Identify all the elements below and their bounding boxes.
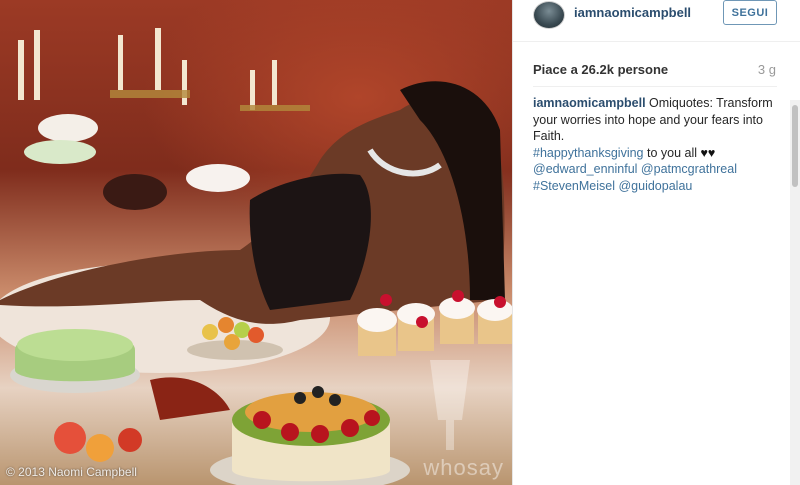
- caption-scrollbar[interactable]: [790, 100, 800, 485]
- post-side-panel: iamnaomicampbell SEGUI Piace a 26.2k per…: [512, 0, 800, 485]
- post-header: iamnaomicampbell SEGUI: [513, 0, 800, 42]
- mention-guidopalau[interactable]: @guidopalau: [618, 179, 692, 193]
- likes-count[interactable]: Piace a 26.2k persone: [533, 62, 777, 77]
- photo-copyright: © 2013 Naomi Campbell: [6, 465, 137, 479]
- post-caption: iamnaomicampbell Omiquotes: Transform yo…: [533, 95, 783, 194]
- whosay-watermark: whosay: [423, 455, 504, 480]
- post-photo[interactable]: © 2013 Naomi Campbell whosay: [0, 0, 512, 485]
- follow-button[interactable]: SEGUI: [723, 0, 777, 25]
- mention-patmcgrathreal[interactable]: @patmcgrathreal: [641, 162, 737, 176]
- mention-edward-enninful[interactable]: @edward_enninful: [533, 162, 637, 176]
- hashtag-happythanksgiving[interactable]: #happythanksgiving: [533, 146, 644, 160]
- avatar[interactable]: [533, 1, 565, 29]
- post-time[interactable]: 3 g: [758, 62, 776, 77]
- header-username[interactable]: iamnaomicampbell: [574, 5, 691, 20]
- hearts-emoji: ♥♥: [700, 145, 716, 160]
- divider: [533, 86, 777, 87]
- photo-illustration: [0, 28, 512, 485]
- caption-text-2: to you all: [643, 145, 701, 160]
- caption-username[interactable]: iamnaomicampbell: [533, 96, 646, 110]
- hashtag-stevenmeisel[interactable]: #StevenMeisel: [533, 179, 615, 193]
- scrollbar-thumb[interactable]: [792, 105, 798, 187]
